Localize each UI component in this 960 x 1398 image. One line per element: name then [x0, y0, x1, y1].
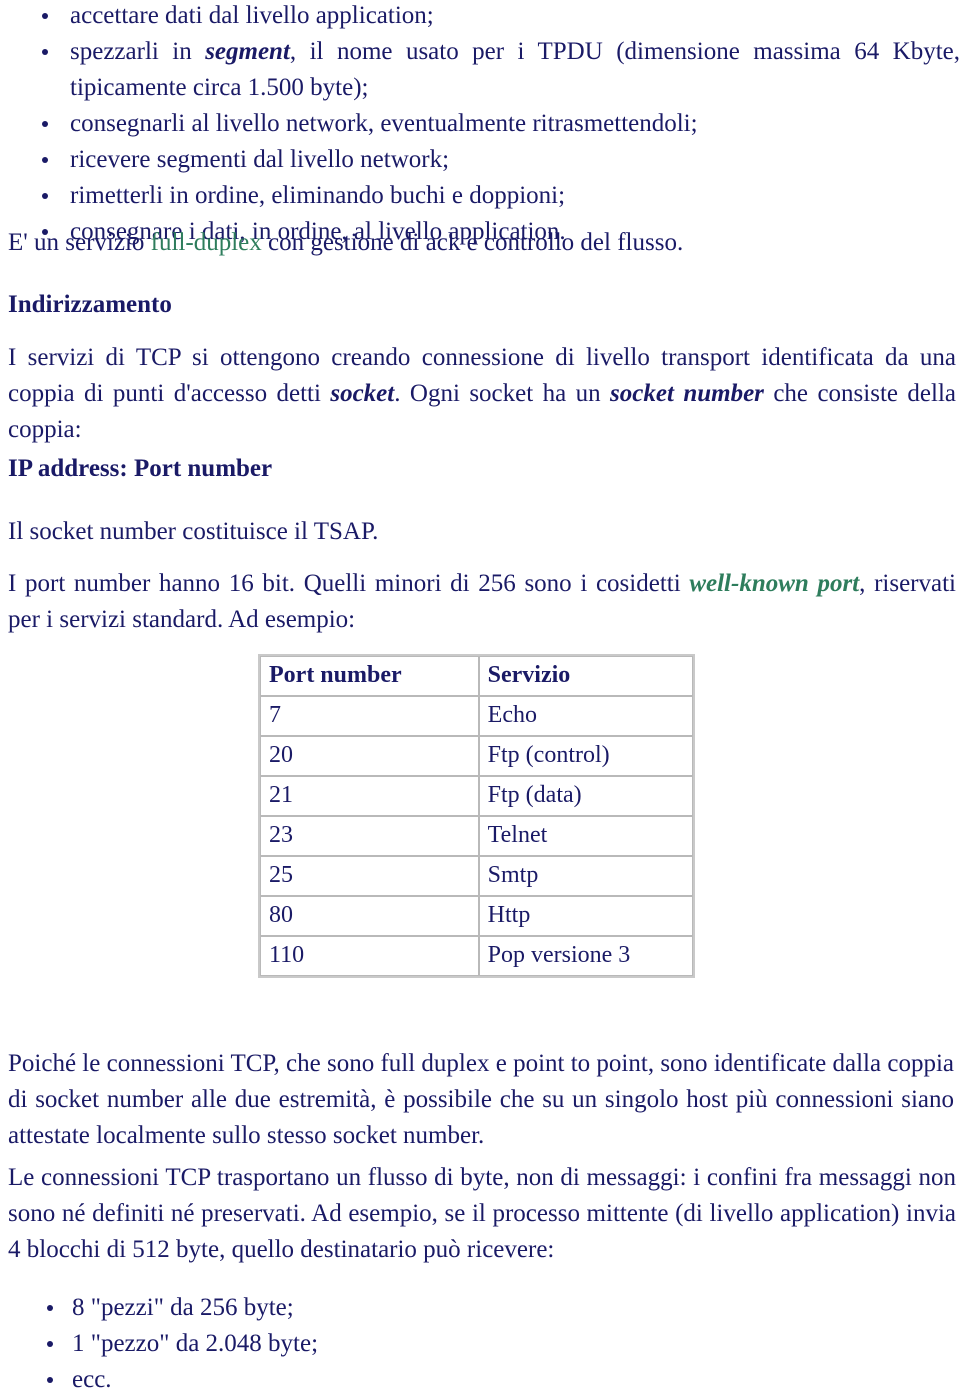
tcp-services-paragraph: I servizi di TCP si ottengono creando co… — [8, 340, 956, 448]
cell-port-number: 25 — [260, 856, 479, 896]
cell-servizio: Echo — [478, 696, 693, 736]
tcp-tasks-list: accettare dati dal livello application; … — [0, 0, 960, 250]
cell-port-number: 23 — [260, 816, 479, 856]
table-row: 80 Http — [260, 896, 693, 936]
list-item: ricevere segmenti dal livello network; — [0, 142, 960, 178]
highlight-full-duplex: full-duplex — [150, 229, 262, 256]
list-item: spezzarli in segment, il nome usato per … — [0, 34, 960, 106]
section-heading-indirizzamento: Indirizzamento — [8, 291, 172, 318]
list-item: 1 "pezzo" da 2.048 byte; — [0, 1326, 960, 1362]
table-row: 23 Telnet — [260, 816, 693, 856]
cell-servizio: Ftp (data) — [478, 776, 693, 816]
list-item-text: consegnarli al livello network, eventual… — [70, 110, 698, 137]
emphasis-segment: segment — [205, 38, 290, 65]
well-known-ports-table: Port number Servizio 7 Echo 20 Ftp (cont… — [258, 654, 695, 978]
column-header-port-number: Port number — [260, 656, 479, 696]
document-page: accettare dati dal livello application; … — [0, 0, 960, 1393]
cell-servizio: Pop versione 3 — [478, 936, 693, 976]
table-row: 7 Echo — [260, 696, 693, 736]
cell-servizio: Ftp (control) — [478, 736, 693, 776]
table-row: 110 Pop versione 3 — [260, 936, 693, 976]
list-item-text: rimetterli in ordine, eliminando buchi e… — [70, 182, 566, 209]
paragraph-text-part2: . Ogni socket ha un — [394, 380, 611, 407]
section-heading-ip-address: IP address: Port number — [8, 455, 273, 482]
connections-identification-paragraph: Poiché le connessioni TCP, che sono full… — [8, 1050, 954, 1149]
paragraph-text-post: con gestione di ack e controllo del flus… — [261, 229, 684, 256]
port-number-bits-paragraph: I port number hanno 16 bit. Quelli minor… — [8, 566, 956, 638]
list-item: consegnarli al livello network, eventual… — [0, 106, 960, 142]
list-item: 8 "pezzi" da 256 byte; — [0, 1290, 960, 1326]
full-duplex-paragraph: E' un servizio full-duplex con gestione … — [8, 225, 954, 261]
cell-port-number: 80 — [260, 896, 479, 936]
cell-port-number: 21 — [260, 776, 479, 816]
list-item-text: 8 "pezzi" da 256 byte; — [72, 1294, 294, 1321]
list-item: ecc. — [0, 1362, 960, 1398]
table-row: 20 Ftp (control) — [260, 736, 693, 776]
column-header-servizio: Servizio — [478, 656, 693, 696]
byte-stream-paragraph: Le connessioni TCP trasportano un flusso… — [8, 1164, 956, 1263]
cell-port-number: 110 — [260, 936, 479, 976]
table-row: 21 Ftp (data) — [260, 776, 693, 816]
list-item: accettare dati dal livello application; — [0, 0, 960, 34]
receive-options-list: 8 "pezzi" da 256 byte; 1 "pezzo" da 2.04… — [0, 1290, 960, 1398]
tsap-paragraph: Il socket number costituisce il TSAP. — [8, 518, 379, 545]
cell-servizio: Telnet — [478, 816, 693, 856]
paragraph-text-part1: I port number hanno 16 bit. Quelli minor… — [8, 570, 690, 597]
list-item-text-pre: spezzarli in — [70, 38, 206, 65]
list-item-text: ricevere segmenti dal livello network; — [70, 146, 450, 173]
list-item: rimetterli in ordine, eliminando buchi e… — [0, 178, 960, 214]
emphasis-socket-number: socket number — [610, 380, 764, 407]
cell-servizio: Http — [478, 896, 693, 936]
cell-servizio: Smtp — [478, 856, 693, 896]
emphasis-socket: socket — [330, 380, 395, 407]
well-known-ports-table-wrapper: Port number Servizio 7 Echo 20 Ftp (cont… — [258, 654, 695, 978]
list-item-text: accettare dati dal livello application; — [70, 2, 434, 29]
highlight-well-known-port: well-known port — [689, 570, 860, 597]
list-item-text: ecc. — [72, 1366, 112, 1393]
table-header-row: Port number Servizio — [260, 656, 693, 696]
paragraph-text-pre: E' un servizio — [8, 229, 151, 256]
cell-port-number: 20 — [260, 736, 479, 776]
table-row: 25 Smtp — [260, 856, 693, 896]
cell-port-number: 7 — [260, 696, 479, 736]
list-item-text: 1 "pezzo" da 2.048 byte; — [72, 1330, 319, 1357]
